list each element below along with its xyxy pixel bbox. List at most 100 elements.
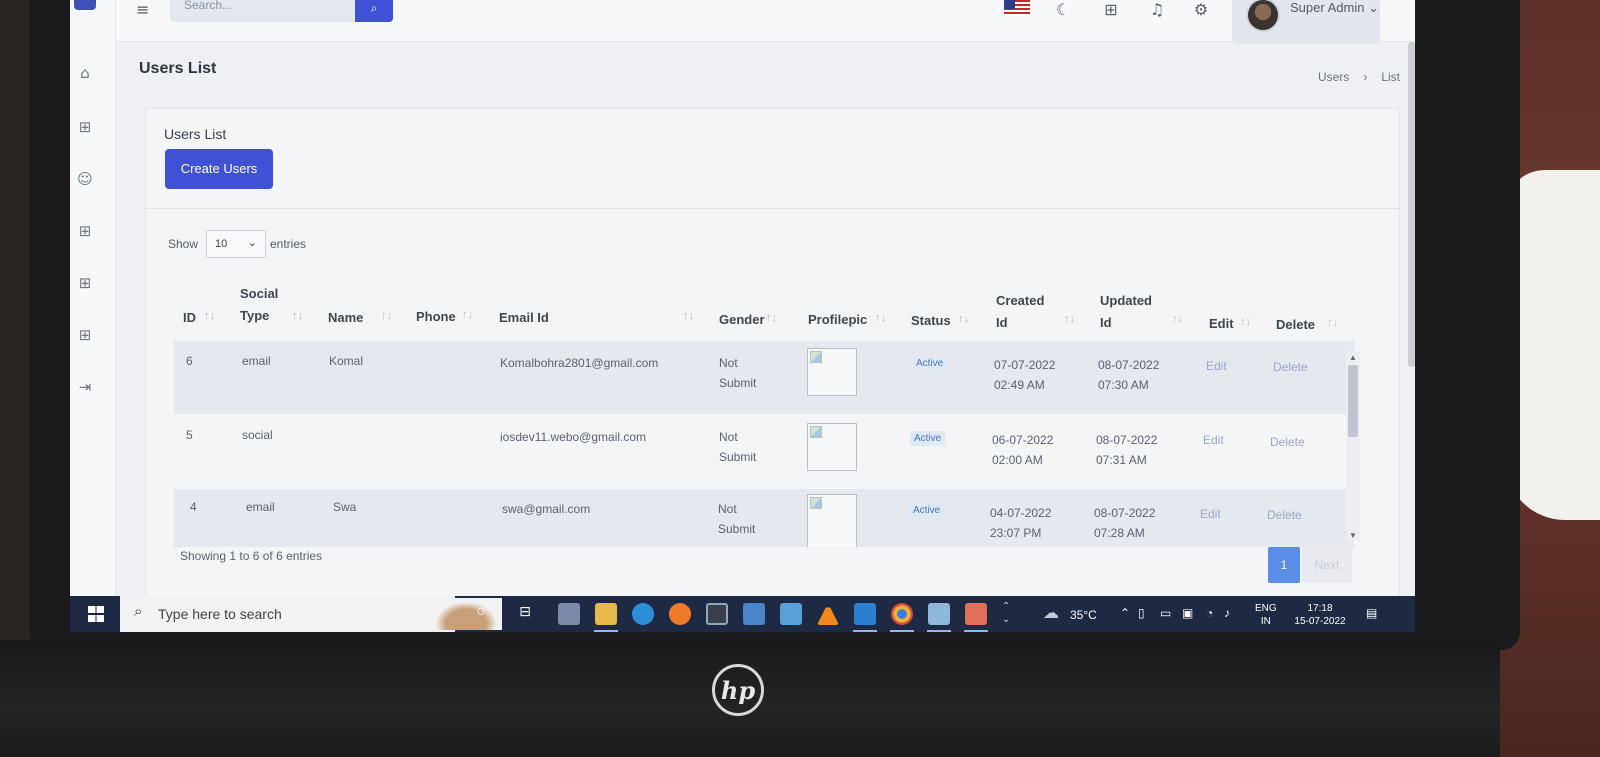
moon-icon[interactable]: ☾ — [1053, 0, 1073, 20]
th-email[interactable]: Email Id — [499, 307, 549, 329]
profile-picture[interactable] — [807, 494, 857, 547]
sort-icon[interactable]: ↑↓ — [204, 310, 215, 322]
entries-select[interactable]: 10 ⌄ — [206, 230, 266, 258]
sort-icon[interactable]: ↑↓ — [381, 310, 392, 322]
edge-icon[interactable] — [632, 603, 654, 625]
th-status[interactable]: Status — [911, 310, 951, 332]
th-edit[interactable]: Edit — [1209, 313, 1234, 335]
tray-app-icon[interactable]: ▣ — [1182, 606, 1193, 620]
notes-icon[interactable] — [928, 603, 950, 625]
th-id[interactable]: ID — [183, 307, 196, 329]
flag-us-icon[interactable] — [1004, 0, 1030, 16]
xampp-icon[interactable] — [965, 603, 987, 625]
firefox-icon[interactable] — [669, 603, 691, 625]
status-badge: Active — [910, 431, 946, 446]
taskbar-search-input[interactable]: ⌕ Type here to search — [120, 596, 502, 632]
cell-updated: 08-07-2022 07:30 AM — [1098, 358, 1160, 392]
broken-image-icon — [810, 426, 822, 438]
grid-icon[interactable]: ⊞ — [76, 222, 94, 240]
delete-link[interactable]: Delete — [1267, 508, 1302, 522]
sort-icon[interactable]: ↑↓ — [875, 312, 886, 324]
edit-link[interactable]: Edit — [1206, 359, 1227, 373]
sort-icon[interactable]: ↑↓ — [292, 310, 303, 322]
page-scrollbar[interactable] — [1408, 42, 1415, 367]
avatar — [1246, 0, 1280, 32]
users-icon[interactable]: ☺ — [76, 170, 94, 188]
th-phone[interactable]: Phone — [416, 306, 456, 328]
pagination-info: Showing 1 to 6 of 6 entries — [180, 549, 323, 563]
th-delete[interactable]: Delete — [1276, 314, 1315, 336]
screen: ⌂ ⊞ ☺ ⊞ ⊞ ⊞ ⇥ ≡ Search... ⌕ ☾ ⊞ ♫ ⚙ Supe… — [70, 0, 1415, 632]
weather-temp[interactable]: 35°C — [1070, 608, 1097, 622]
next-page-button[interactable]: Next — [1302, 547, 1352, 583]
page-title: Users List — [139, 60, 217, 77]
th-updated[interactable]: Updated Id — [1100, 290, 1152, 334]
breadcrumb: Users › List — [1318, 70, 1400, 84]
edit-link[interactable]: Edit — [1200, 507, 1221, 521]
profile-picture[interactable] — [807, 348, 857, 396]
pycharm-icon[interactable] — [706, 603, 728, 625]
notifications-icon[interactable]: ▤ — [1366, 606, 1377, 620]
cell-social-type: email — [242, 354, 271, 368]
calculator-icon[interactable] — [558, 603, 580, 625]
app-logo-icon[interactable] — [74, 0, 96, 10]
sort-icon[interactable]: ↑↓ — [1064, 313, 1075, 325]
edit-link[interactable]: Edit — [1203, 433, 1224, 447]
mail-icon[interactable] — [780, 603, 802, 625]
vscode-icon[interactable] — [854, 603, 876, 625]
delete-link[interactable]: Delete — [1273, 360, 1308, 374]
th-social-type[interactable]: Social Type — [240, 283, 278, 327]
sort-icon[interactable]: ↑↓ — [766, 312, 777, 324]
apps-grid-icon[interactable]: ⊞ — [1101, 0, 1121, 20]
tray-app-icon[interactable]: ▯ — [1138, 606, 1145, 620]
sort-icon[interactable]: ↑↓ — [1240, 316, 1251, 328]
profile-picture[interactable] — [807, 423, 857, 471]
scroll-down-icon[interactable]: ▼ — [1349, 531, 1357, 540]
bell-icon[interactable]: ♫ — [1147, 0, 1167, 20]
wifi-icon[interactable]: ◔ — [1206, 606, 1213, 620]
windows-taskbar: ⌕ Type here to search ○ ⊟ ⌃ ⌄ ☁ 35°C ⌃ ▯ … — [70, 596, 1415, 632]
tray-expand-icon[interactable]: ⌃ — [1120, 606, 1130, 620]
divider — [146, 208, 1399, 209]
broken-image-icon — [810, 497, 822, 509]
sort-icon[interactable]: ↑↓ — [958, 313, 969, 325]
sort-icon[interactable]: ↑↓ — [1172, 313, 1183, 325]
home-icon[interactable]: ⌂ — [76, 64, 94, 82]
grid-icon[interactable]: ⊞ — [76, 118, 94, 136]
cortana-icon[interactable]: ○ — [470, 603, 492, 625]
sort-icon[interactable]: ↑↓ — [683, 310, 694, 322]
logout-icon[interactable]: ⇥ — [76, 378, 94, 396]
app-icon[interactable] — [743, 603, 765, 625]
task-view-icon[interactable]: ⊟ — [514, 603, 536, 625]
windows-start-icon[interactable] — [88, 606, 104, 622]
weather-icon[interactable]: ☁ — [1040, 603, 1062, 625]
grid-icon[interactable]: ⊞ — [76, 326, 94, 344]
file-explorer-icon[interactable] — [595, 603, 617, 625]
grid-icon[interactable]: ⊞ — [76, 274, 94, 292]
th-gender[interactable]: Gender — [719, 309, 765, 331]
clock[interactable]: 17:18 15-07-2022 — [1290, 602, 1350, 628]
tray-app-icon[interactable]: ▭ — [1160, 606, 1171, 620]
search-button[interactable]: ⌕ — [355, 0, 393, 22]
create-users-button[interactable]: Create Users — [165, 149, 273, 189]
breadcrumb-users[interactable]: Users — [1318, 70, 1349, 84]
menu-toggle-icon[interactable]: ≡ — [136, 0, 149, 19]
chrome-icon[interactable] — [891, 603, 913, 625]
overflow-chevron-icon[interactable]: ⌃ ⌄ — [1002, 600, 1010, 626]
vlc-icon[interactable] — [817, 603, 839, 625]
delete-link[interactable]: Delete — [1270, 435, 1305, 449]
user-menu[interactable]: Super Admin ⌄ — [1232, 0, 1380, 44]
search-input[interactable]: Search... — [170, 0, 356, 22]
sort-icon[interactable]: ↑↓ — [1327, 317, 1338, 329]
th-profilepic[interactable]: Profilepic — [808, 309, 867, 331]
gear-icon[interactable]: ⚙ — [1191, 0, 1211, 20]
sort-icon[interactable]: ↑↓ — [462, 309, 473, 321]
table-scrollbar[interactable]: ▲ ▼ — [1346, 351, 1360, 541]
page-1-button[interactable]: 1 — [1268, 547, 1300, 583]
volume-icon[interactable]: ♪ — [1224, 606, 1230, 620]
th-name[interactable]: Name — [328, 307, 363, 329]
language-indicator[interactable]: ENG IN — [1255, 602, 1277, 628]
th-created[interactable]: Created Id — [996, 290, 1044, 334]
scroll-up-icon[interactable]: ▲ — [1349, 353, 1357, 362]
scroll-thumb[interactable] — [1348, 365, 1358, 437]
